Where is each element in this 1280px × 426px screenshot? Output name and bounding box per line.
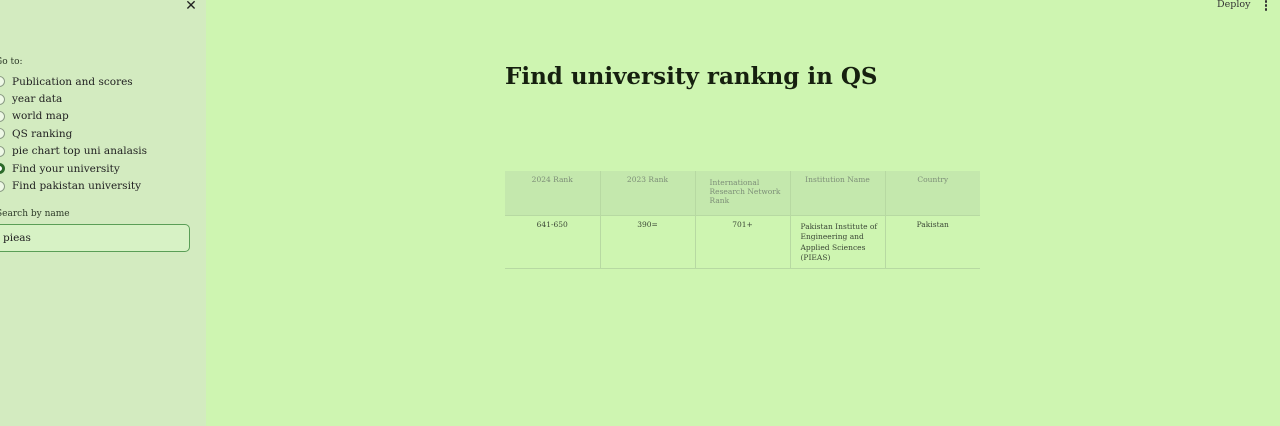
radio-option-label: world map	[12, 110, 69, 123]
radio-option-find-your-university[interactable]: Find your university	[0, 160, 147, 177]
radio-option-label: QS ranking	[12, 127, 73, 140]
radio-button-icon[interactable]	[0, 145, 5, 157]
vertical-dots-menu-icon[interactable]	[1262, 0, 1270, 12]
radio-button-icon[interactable]	[0, 93, 5, 105]
table-cell[interactable]: Pakistan Institute of Engineering and Ap…	[790, 215, 886, 269]
navigation-label: Go to:	[0, 57, 23, 67]
radio-option-publication-and-scores[interactable]: Publication and scores	[0, 73, 147, 90]
radio-option-label: Publication and scores	[12, 75, 133, 88]
table-cell[interactable]: 701+	[695, 215, 791, 269]
close-sidebar-icon[interactable]: ✕	[183, 0, 199, 14]
column-header[interactable]: Institution Name	[790, 171, 886, 216]
radio-button-selected-icon[interactable]	[0, 163, 5, 175]
radio-button-icon[interactable]	[0, 110, 5, 122]
column-header[interactable]: 2023 Rank	[600, 171, 696, 216]
table-header-row: 2024 Rank 2023 Rank International Resear…	[505, 171, 980, 216]
table-cell[interactable]: 390=	[600, 215, 696, 269]
column-header[interactable]: 2024 Rank	[505, 171, 601, 216]
radio-option-find-pakistan-university[interactable]: Find pakistan university	[0, 177, 147, 194]
search-input[interactable]	[0, 224, 190, 252]
deploy-button[interactable]: Deploy	[1217, 0, 1250, 10]
radio-option-label: Find pakistan university	[12, 180, 142, 193]
page-title: Find university rankng in QS	[505, 63, 878, 90]
radio-option-year-data[interactable]: year data	[0, 90, 147, 107]
radio-button-icon[interactable]	[0, 76, 5, 88]
navigation-radio-group: Publication and scores year data world m…	[0, 73, 147, 195]
search-label: Search by name	[0, 209, 70, 219]
results-table: 2024 Rank 2023 Rank International Resear…	[505, 171, 980, 269]
radio-option-label: year data	[12, 93, 63, 106]
radio-option-label: Find your university	[12, 162, 120, 175]
radio-button-icon[interactable]	[0, 128, 5, 140]
table-cell[interactable]: 641-650	[505, 215, 601, 269]
column-header[interactable]: Country	[885, 171, 980, 216]
table-cell[interactable]: Pakistan	[885, 215, 980, 269]
radio-button-icon[interactable]	[0, 180, 5, 192]
table-row: 641-650 390= 701+ Pakistan Institute of …	[505, 215, 980, 269]
app-window: ✕ Go to: Publication and scores year dat…	[0, 0, 1280, 426]
radio-option-world-map[interactable]: world map	[0, 108, 147, 125]
radio-option-label: pie chart top uni analasis	[12, 145, 147, 158]
column-header[interactable]: International Research Network Rank	[695, 171, 791, 216]
radio-option-pie-chart[interactable]: pie chart top uni analasis	[0, 143, 147, 160]
sidebar: ✕ Go to: Publication and scores year dat…	[0, 0, 206, 426]
radio-option-qs-ranking[interactable]: QS ranking	[0, 125, 147, 142]
